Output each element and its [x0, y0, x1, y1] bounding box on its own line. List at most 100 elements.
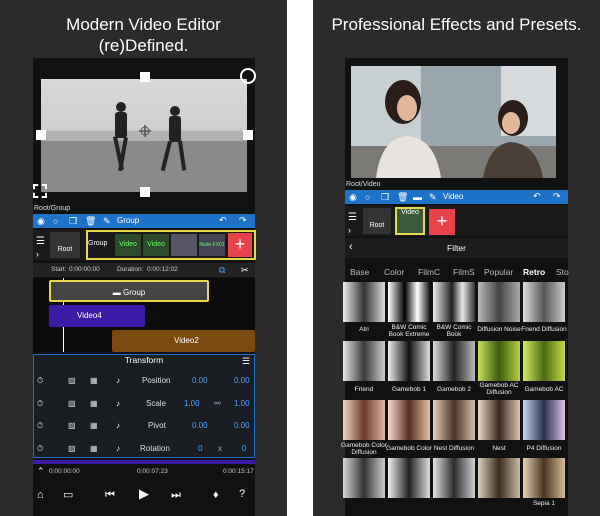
- music-icon[interactable]: ♪: [116, 421, 120, 430]
- grid-icon[interactable]: ▦: [90, 399, 98, 408]
- scale-y-value[interactable]: 1.00: [234, 399, 250, 408]
- root-layer-button[interactable]: Root: [50, 232, 80, 258]
- filter-thumb-row4-4[interactable]: [478, 458, 520, 498]
- time-ruler[interactable]: ⌃ 0:00:00:00 0:00:07:23 0:00:15:17: [33, 460, 255, 478]
- graph-icon[interactable]: ▨: [68, 421, 76, 430]
- group-clip[interactable]: ▬ Group: [49, 280, 209, 302]
- help-icon[interactable]: ?: [239, 489, 245, 500]
- filter-thumb-gamebob-color[interactable]: [388, 400, 430, 440]
- keyframe-icon[interactable]: ⏱: [37, 421, 43, 431]
- video4-clip[interactable]: Video4: [49, 305, 145, 327]
- category-color[interactable]: Color: [384, 267, 404, 277]
- eye-icon[interactable]: ◉: [37, 216, 45, 226]
- filter-thumb-atri[interactable]: [343, 282, 385, 322]
- category-retro[interactable]: Retro: [523, 267, 545, 277]
- resize-handle-right[interactable]: [243, 130, 253, 140]
- cut-icon[interactable]: ✂: [241, 265, 249, 275]
- filter-thumb-nest-diffusion[interactable]: [433, 400, 475, 440]
- trash-icon[interactable]: 🗑: [397, 192, 408, 202]
- pivot-x-value[interactable]: 0.00: [192, 421, 208, 430]
- fit-frame-icon[interactable]: [33, 184, 47, 198]
- comment-icon[interactable]: ▭: [63, 490, 73, 501]
- breadcrumb[interactable]: Root/Video: [346, 181, 381, 188]
- filter-thumb-bw-comic-extreme[interactable]: [388, 282, 430, 322]
- position-row[interactable]: ⏱ ▨ ▦ ♪ Position 0.00 0.00: [34, 376, 256, 396]
- gem-icon[interactable]: ♦: [213, 490, 219, 501]
- panel-menu-icon[interactable]: ☰: [242, 356, 250, 366]
- circle-icon[interactable]: ○: [365, 192, 370, 202]
- category-sto[interactable]: Sto: [556, 267, 569, 277]
- filter-thumb-bw-comic[interactable]: [433, 282, 475, 322]
- graph-icon[interactable]: ▨: [68, 444, 76, 453]
- skip-back-icon[interactable]: ⏮: [105, 490, 115, 501]
- add-layer-button[interactable]: +: [429, 209, 455, 235]
- grid-icon[interactable]: ▦: [90, 421, 98, 430]
- group-layer[interactable]: Group: [88, 234, 114, 256]
- pivot-y-value[interactable]: 0.00: [234, 421, 250, 430]
- grid-icon[interactable]: ▦: [90, 376, 98, 385]
- fx-layer[interactable]: Node.FX01: [199, 234, 225, 256]
- filter-thumb-gamebob-color-diffusion[interactable]: [343, 400, 385, 440]
- redo-icon[interactable]: ↷: [239, 215, 247, 225]
- graph-icon[interactable]: ▨: [68, 399, 76, 408]
- filter-thumb-row4-3[interactable]: [433, 458, 475, 498]
- graph-icon[interactable]: ▨: [68, 376, 76, 385]
- circle-icon[interactable]: ○: [53, 216, 58, 226]
- redo-icon[interactable]: ↷: [553, 191, 561, 201]
- keyframe-icon[interactable]: ⏱: [37, 376, 43, 386]
- home-icon[interactable]: ⌂: [37, 490, 44, 501]
- add-layer-button[interactable]: +: [228, 233, 252, 257]
- filter-thumb-friend[interactable]: [343, 341, 385, 381]
- eye-icon[interactable]: ◉: [349, 192, 357, 202]
- rotation-turns-value[interactable]: 0: [242, 444, 246, 453]
- chevron-right-icon[interactable]: ›: [36, 249, 39, 259]
- collapse-icon[interactable]: ⌃: [37, 466, 45, 476]
- position-y-value[interactable]: 0.00: [234, 376, 250, 385]
- video-layer-2[interactable]: Video: [143, 234, 169, 256]
- trash-icon[interactable]: 🗑: [85, 216, 96, 226]
- music-icon[interactable]: ♪: [116, 444, 120, 453]
- play-icon[interactable]: ▶: [139, 487, 149, 500]
- resize-handle-bottom[interactable]: [140, 187, 150, 197]
- chevron-right-icon[interactable]: ›: [348, 225, 351, 235]
- filter-thumb-p4-diffusion[interactable]: [523, 400, 565, 440]
- filter-thumb-sepia1[interactable]: [523, 458, 565, 498]
- keyframe-icon[interactable]: ⏱: [37, 399, 43, 409]
- grid-icon[interactable]: ▦: [90, 444, 98, 453]
- link-icon[interactable]: ⚯: [214, 399, 221, 408]
- rotation-value[interactable]: 0: [198, 444, 202, 453]
- category-popular[interactable]: Popular: [484, 267, 513, 277]
- position-x-value[interactable]: 0.00: [192, 376, 208, 385]
- filter-thumb-gamebob2[interactable]: [433, 341, 475, 381]
- menu-icon[interactable]: ☰: [36, 237, 45, 247]
- undo-icon[interactable]: ↶: [533, 191, 541, 201]
- copy-icon[interactable]: ❐: [381, 192, 389, 202]
- keyframe-icon[interactable]: ⏱: [37, 444, 43, 454]
- rotate-handle-icon[interactable]: [240, 68, 256, 84]
- pivot-row[interactable]: ⏱ ▨ ▦ ♪ Pivot 0.00 0.00: [34, 421, 256, 441]
- skip-forward-icon[interactable]: ⏭: [171, 490, 181, 501]
- filter-thumb-nest[interactable]: [478, 400, 520, 440]
- filter-thumb-diffusion-noise[interactable]: [478, 282, 520, 322]
- video-layer-1[interactable]: Video: [115, 234, 141, 256]
- menu-icon[interactable]: ☰: [348, 213, 357, 223]
- video2-clip[interactable]: Video2: [112, 330, 255, 352]
- root-layer-button[interactable]: Root: [363, 208, 391, 234]
- filter-thumb-row4-1[interactable]: [343, 458, 385, 498]
- breadcrumb[interactable]: Root/Group: [34, 205, 70, 212]
- resize-handle-top[interactable]: [140, 72, 150, 82]
- scale-x-value[interactable]: 1.00: [184, 399, 200, 408]
- edit-icon[interactable]: ✎: [429, 192, 437, 202]
- resize-handle-left[interactable]: [36, 130, 46, 140]
- music-icon[interactable]: ♪: [116, 376, 120, 385]
- split-icon[interactable]: ⧉: [219, 265, 225, 275]
- layer-thumb[interactable]: [171, 234, 197, 256]
- scale-row[interactable]: ⏱ ▨ ▦ ♪ Scale 1.00 ⚯ 1.00: [34, 399, 256, 419]
- filter-thumb-gamebob1[interactable]: [388, 341, 430, 381]
- music-icon[interactable]: ♪: [116, 399, 120, 408]
- filter-thumb-gamebob-ac-diffusion[interactable]: [478, 341, 520, 381]
- edit-icon[interactable]: ✎: [103, 216, 111, 226]
- filter-thumb-row4-2[interactable]: [388, 458, 430, 498]
- filter-thumb-gamebob-ac[interactable]: [523, 341, 565, 381]
- category-films[interactable]: FilmS: [453, 267, 475, 277]
